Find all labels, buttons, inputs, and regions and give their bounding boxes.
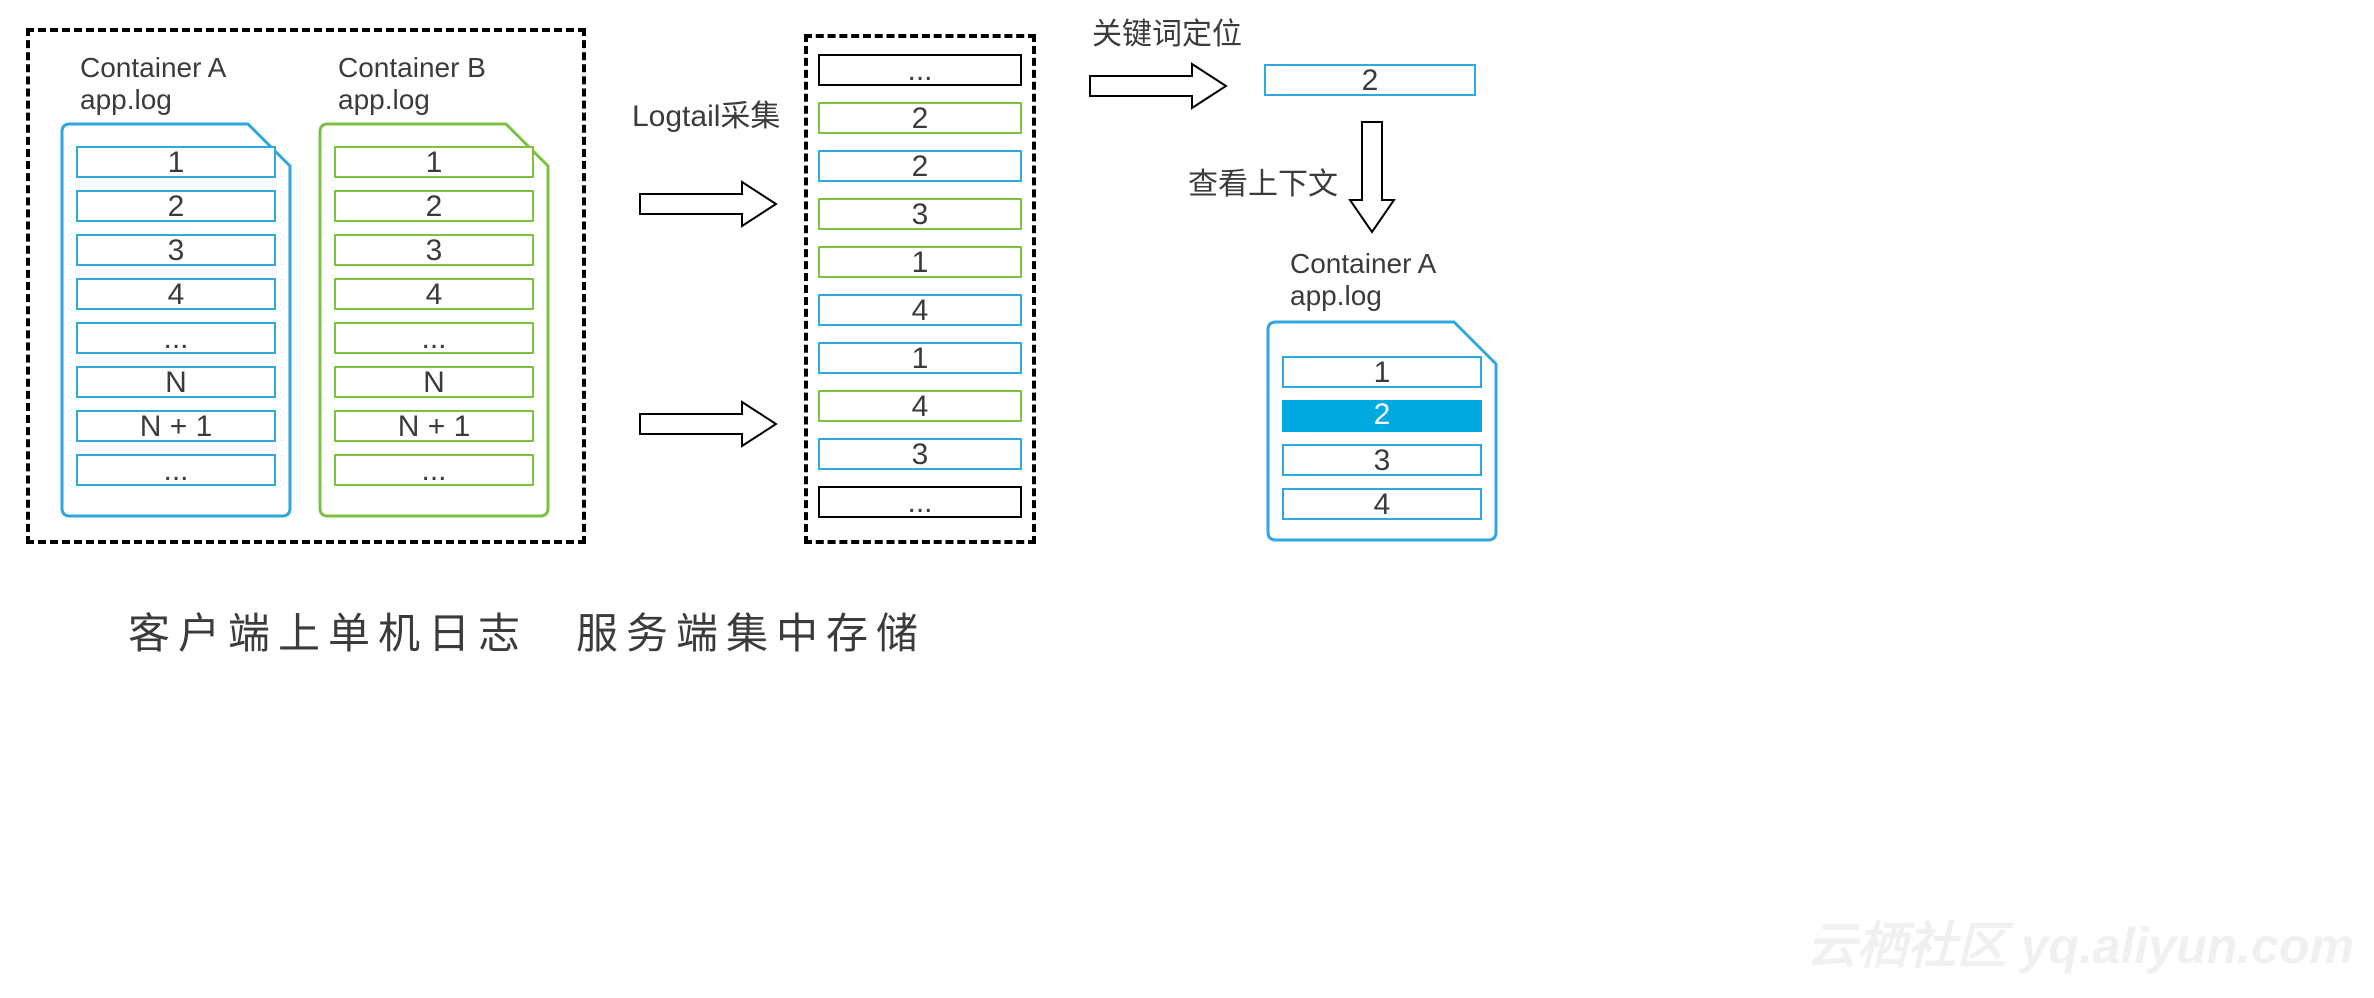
result-folder-subtitle: app.log: [1290, 280, 1382, 312]
context-label: 查看上下文: [1188, 168, 1338, 203]
container-a-subtitle: app.log: [80, 84, 172, 116]
arrow-collect-2: [638, 400, 778, 448]
container-a-title: Container A: [80, 52, 226, 84]
container-a-row: 2: [76, 190, 276, 222]
server-row: 3: [818, 438, 1022, 470]
server-row: 1: [818, 246, 1022, 278]
container-b-row: 4: [334, 278, 534, 310]
server-row: 4: [818, 390, 1022, 422]
client-caption: 客户端上单机日志: [128, 600, 528, 661]
keyword-label: 关键词定位: [1092, 18, 1242, 53]
container-a-row: N + 1: [76, 410, 276, 442]
container-b-row: ...: [334, 322, 534, 354]
result-single-cell: 2: [1264, 64, 1476, 96]
container-a-row: ...: [76, 322, 276, 354]
collect-label: Logtail采集: [632, 100, 780, 135]
watermark: 云栖社区 yq.aliyun.com: [1807, 906, 2354, 978]
result-row: 2: [1282, 400, 1482, 432]
container-b-subtitle: app.log: [338, 84, 430, 116]
server-row: 4: [818, 294, 1022, 326]
server-row: ...: [818, 486, 1022, 518]
server-row: 2: [818, 102, 1022, 134]
result-row: 3: [1282, 444, 1482, 476]
container-b-row: 3: [334, 234, 534, 266]
result-folder-title: Container A: [1290, 248, 1436, 280]
arrow-keyword: [1088, 62, 1228, 110]
result-row: 4: [1282, 488, 1482, 520]
container-a-row: 1: [76, 146, 276, 178]
container-b-row: ...: [334, 454, 534, 486]
server-row: 1: [818, 342, 1022, 374]
container-a-row: ...: [76, 454, 276, 486]
container-b-row: 1: [334, 146, 534, 178]
container-b-row: N + 1: [334, 410, 534, 442]
container-a-row: 4: [76, 278, 276, 310]
server-row: 2: [818, 150, 1022, 182]
container-a-row: N: [76, 366, 276, 398]
arrow-context: [1348, 120, 1396, 234]
container-b-row: N: [334, 366, 534, 398]
server-row: ...: [818, 54, 1022, 86]
server-caption: 服务端集中存储: [576, 600, 926, 661]
container-a-row: 3: [76, 234, 276, 266]
container-b-row: 2: [334, 190, 534, 222]
arrow-collect-1: [638, 180, 778, 228]
server-row: 3: [818, 198, 1022, 230]
container-b-title: Container B: [338, 52, 486, 84]
result-row: 1: [1282, 356, 1482, 388]
